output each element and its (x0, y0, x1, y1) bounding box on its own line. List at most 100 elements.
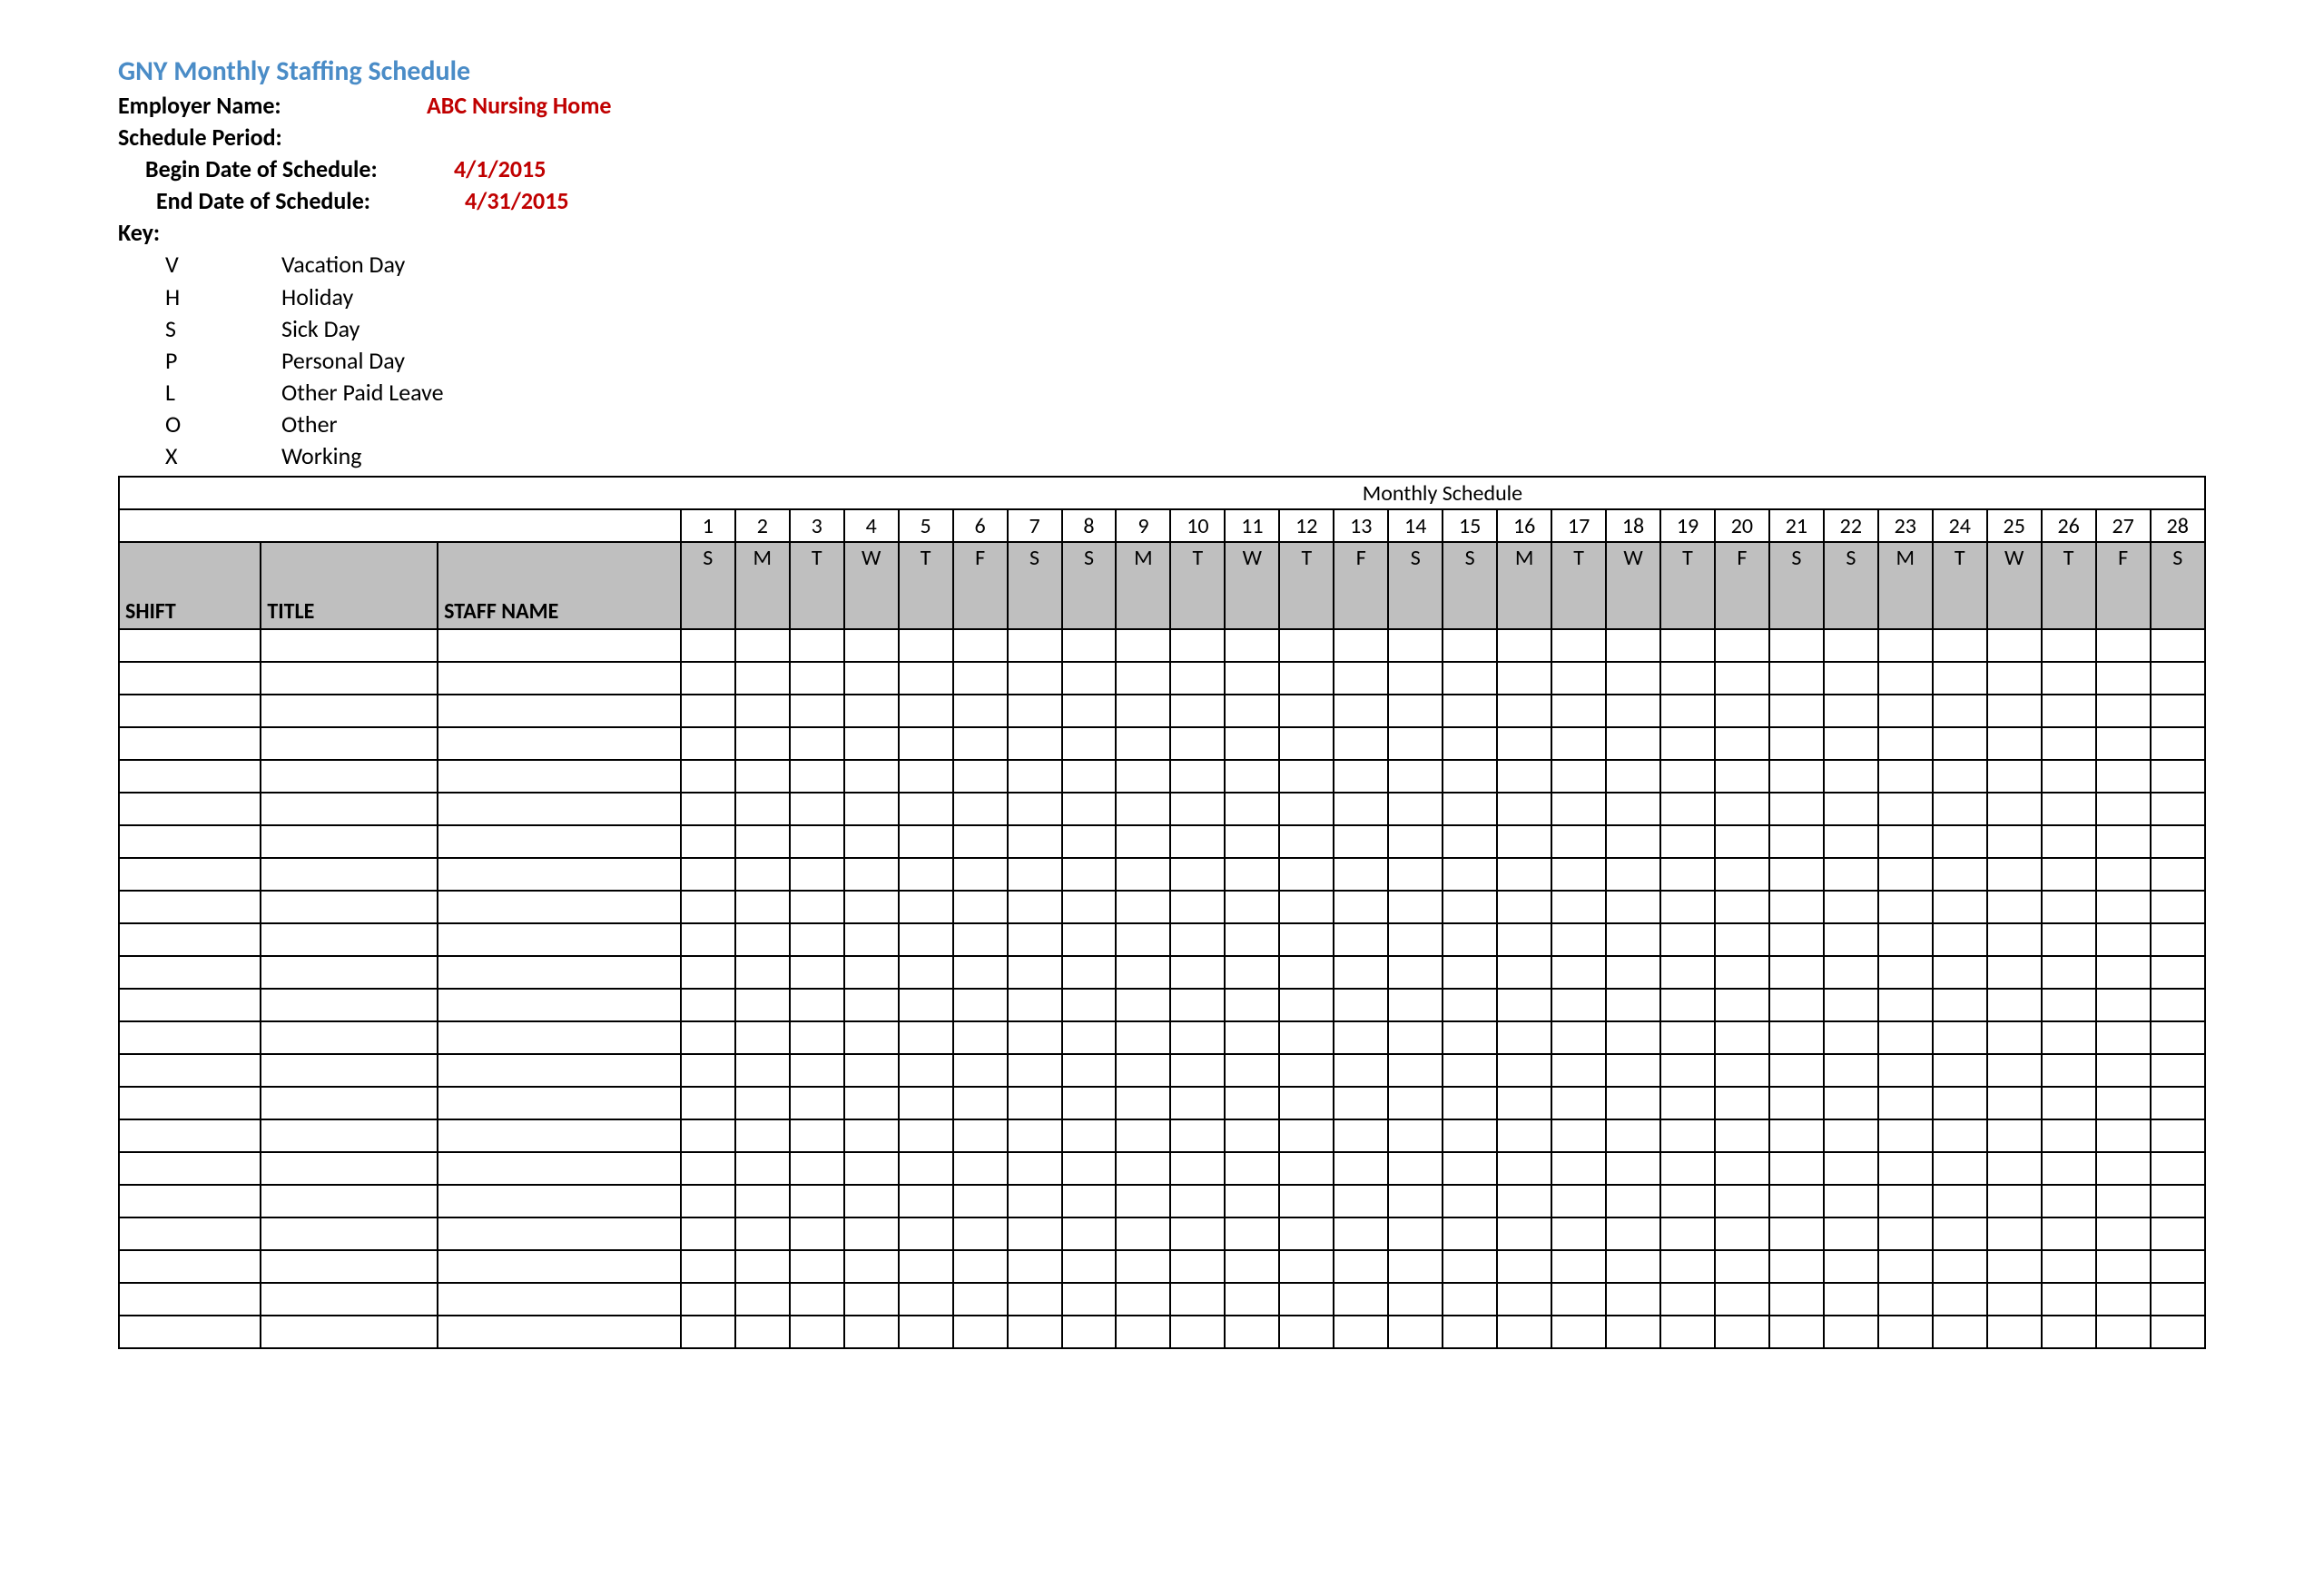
cell (790, 1250, 844, 1283)
cell (1933, 727, 1987, 760)
cell (1225, 923, 1279, 956)
cell (1824, 858, 1878, 891)
cell (1878, 662, 1933, 695)
cell (438, 695, 681, 727)
cell (1170, 1054, 1225, 1087)
cell (790, 1316, 844, 1348)
cell (899, 1119, 953, 1152)
cell (1443, 825, 1497, 858)
cell (119, 695, 261, 727)
cell (1116, 1283, 1170, 1316)
cell (1334, 695, 1388, 727)
cell (2151, 1054, 2205, 1087)
cell (1388, 1283, 1443, 1316)
cell (1824, 760, 1878, 793)
cell (735, 891, 790, 923)
cell (1334, 793, 1388, 825)
cell (1824, 956, 1878, 989)
cell (1388, 1054, 1443, 1087)
cell (1443, 1316, 1497, 1348)
cell (1334, 760, 1388, 793)
cell (1334, 923, 1388, 956)
cell (1116, 891, 1170, 923)
cell (844, 793, 899, 825)
day-of-week: M (1878, 542, 1933, 629)
cell (953, 1119, 1008, 1152)
cell (1933, 1250, 1987, 1283)
cell (1443, 1185, 1497, 1217)
cell (1606, 1283, 1660, 1316)
day-number: 23 (1878, 509, 1933, 542)
cell (2151, 1283, 2205, 1316)
cell (119, 1316, 261, 1348)
cell (1987, 891, 2042, 923)
cell (119, 923, 261, 956)
cell (1225, 1021, 1279, 1054)
cell (1987, 858, 2042, 891)
cell (1660, 1185, 1715, 1217)
cell (1388, 956, 1443, 989)
cell (1279, 891, 1334, 923)
cell (844, 1316, 899, 1348)
table-row (119, 956, 2205, 989)
cell (2042, 989, 2096, 1021)
col-staffname-header: STAFF NAME (438, 542, 681, 629)
cell (1933, 1316, 1987, 1348)
cell (1769, 1087, 1824, 1119)
cell (2096, 629, 2151, 662)
cell (1933, 891, 1987, 923)
cell (1170, 1185, 1225, 1217)
cell (735, 760, 790, 793)
cell (1660, 662, 1715, 695)
cell (2042, 629, 2096, 662)
cell (844, 1283, 899, 1316)
cell (438, 1283, 681, 1316)
cell (2151, 1185, 2205, 1217)
cell (844, 1119, 899, 1152)
table-row (119, 793, 2205, 825)
cell (1987, 1316, 2042, 1348)
cell (1660, 629, 1715, 662)
day-number: 6 (953, 509, 1008, 542)
cell (1443, 1087, 1497, 1119)
cell (1279, 1283, 1334, 1316)
cell (1933, 858, 1987, 891)
cell (790, 695, 844, 727)
cell (681, 923, 735, 956)
cell (1551, 760, 1606, 793)
cell (1497, 891, 1551, 923)
cell (1660, 1152, 1715, 1185)
day-of-week: T (1279, 542, 1334, 629)
cell (2042, 956, 2096, 989)
cell (1443, 989, 1497, 1021)
table-row (119, 989, 2205, 1021)
cell (1225, 891, 1279, 923)
cell (1062, 695, 1117, 727)
cell (1225, 989, 1279, 1021)
cell (1987, 1217, 2042, 1250)
cell (1443, 956, 1497, 989)
day-number: 1 (681, 509, 735, 542)
cell (735, 1185, 790, 1217)
cell (438, 1152, 681, 1185)
cell (1388, 695, 1443, 727)
cell (1062, 1054, 1117, 1087)
table-row (119, 1119, 2205, 1152)
cell (1769, 695, 1824, 727)
cell (1170, 695, 1225, 727)
cell (438, 1250, 681, 1283)
cell (1606, 1119, 1660, 1152)
cell (1279, 825, 1334, 858)
cell (953, 760, 1008, 793)
cell (2042, 1054, 2096, 1087)
key-desc: Other (281, 409, 2206, 440)
col-shift-header: SHIFT (119, 542, 261, 629)
cell (844, 1087, 899, 1119)
cell (844, 727, 899, 760)
cell (899, 923, 953, 956)
cell (1769, 956, 1824, 989)
table-row (119, 1283, 2205, 1316)
cell (953, 1021, 1008, 1054)
cell (1062, 1283, 1117, 1316)
cell (1715, 793, 1769, 825)
